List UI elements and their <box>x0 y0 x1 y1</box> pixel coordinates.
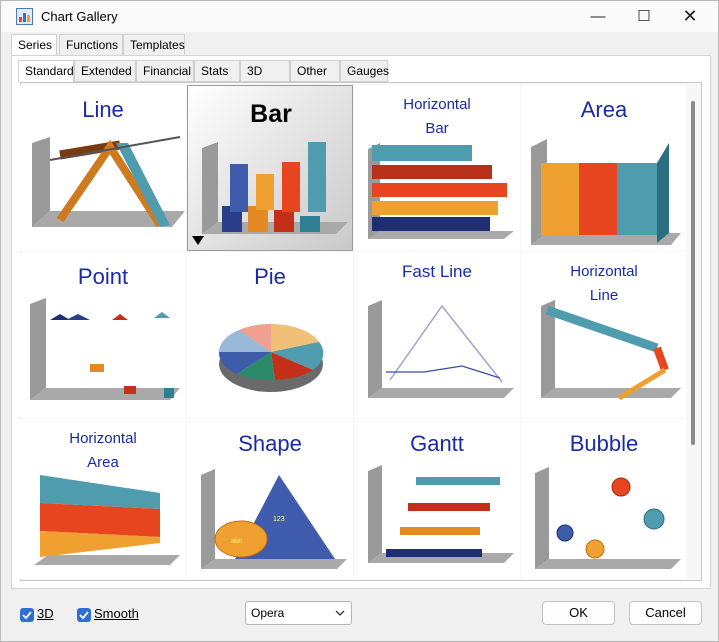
chart-gallery-dialog: Chart Gallery — ☐ ✕ Series Functions Tem… <box>0 0 719 642</box>
tab-other[interactable]: Other <box>290 60 340 82</box>
palette-value: Opera <box>251 606 285 620</box>
bubble-chart-preview <box>535 467 681 569</box>
pie-chart-preview <box>218 324 324 392</box>
chart-app-icon <box>16 8 33 25</box>
tab-stats[interactable]: Stats <box>194 60 240 82</box>
chevron-down-icon <box>335 610 345 616</box>
svg-text:123: 123 <box>273 516 285 523</box>
gallery-item-horizontal-line[interactable]: Horizontal Line <box>521 252 686 418</box>
tab-series[interactable]: Series <box>11 34 57 57</box>
gallery-item-line[interactable]: Line <box>20 85 186 251</box>
area-chart-preview <box>531 139 681 245</box>
window-title: Chart Gallery <box>41 9 118 24</box>
chart-gallery-grid: Line Bar Horizontal Bar Area Point Pie F… <box>20 85 686 579</box>
close-button[interactable]: ✕ <box>667 1 713 32</box>
tab-extended[interactable]: Extended <box>74 60 136 82</box>
gallery-item-shape[interactable]: Shape abc 123 <box>187 419 353 579</box>
cancel-button[interactable]: Cancel <box>629 601 702 625</box>
palette-dropdown[interactable]: Opera <box>245 601 352 625</box>
horizontal-line-chart-preview <box>541 300 681 401</box>
smooth-checkbox[interactable] <box>77 608 91 622</box>
3d-checkbox-label[interactable]: 3D <box>37 606 54 621</box>
point-chart-preview <box>30 298 180 400</box>
line-chart-preview <box>32 136 185 228</box>
tab-gauges[interactable]: Gauges <box>340 60 389 82</box>
gallery-item-horizontal-bar[interactable]: Horizontal Bar <box>354 85 520 251</box>
ok-button[interactable]: OK <box>542 601 615 625</box>
fast-line-chart-preview <box>368 300 514 398</box>
gallery-item-bar[interactable]: Bar <box>187 85 353 251</box>
title-bar[interactable]: Chart Gallery — ☐ ✕ <box>1 1 718 32</box>
dialog-footer: 3D Smooth Opera OK Cancel <box>1 597 718 641</box>
gallery-item-point[interactable]: Point <box>20 252 186 418</box>
3d-checkbox[interactable] <box>20 608 34 622</box>
gallery-item-horizontal-area[interactable]: Horizontal Area <box>20 419 186 579</box>
gallery-item-bubble[interactable]: Bubble <box>521 419 686 579</box>
tab-financial[interactable]: Financial <box>136 60 194 82</box>
horizontal-area-chart-preview <box>34 475 180 565</box>
gallery-item-area[interactable]: Area <box>521 85 686 251</box>
tab-3d[interactable]: 3D <box>240 60 290 82</box>
tab-functions[interactable]: Functions <box>59 34 123 56</box>
maximize-button[interactable]: ☐ <box>621 1 667 32</box>
gallery-scrollbar[interactable] <box>691 101 695 445</box>
horizontal-bar-chart-preview <box>368 143 514 239</box>
tab-standard[interactable]: Standard <box>18 60 74 83</box>
smooth-checkbox-label[interactable]: Smooth <box>94 606 139 621</box>
bar-chart-preview <box>202 142 348 234</box>
minimize-button[interactable]: — <box>575 1 621 32</box>
tab-templates[interactable]: Templates <box>123 34 185 56</box>
gallery-item-pie[interactable]: Pie <box>187 252 353 418</box>
gallery-item-fast-line[interactable]: Fast Line <box>354 252 520 418</box>
gallery-item-gantt[interactable]: Gantt <box>354 419 520 579</box>
gantt-chart-preview <box>368 465 514 563</box>
svg-text:abc: abc <box>231 538 243 545</box>
shape-chart-preview: abc 123 <box>201 469 347 569</box>
checkmark-icon <box>22 611 32 620</box>
checkmark-icon <box>79 611 89 620</box>
selected-indicator-icon <box>192 236 204 245</box>
